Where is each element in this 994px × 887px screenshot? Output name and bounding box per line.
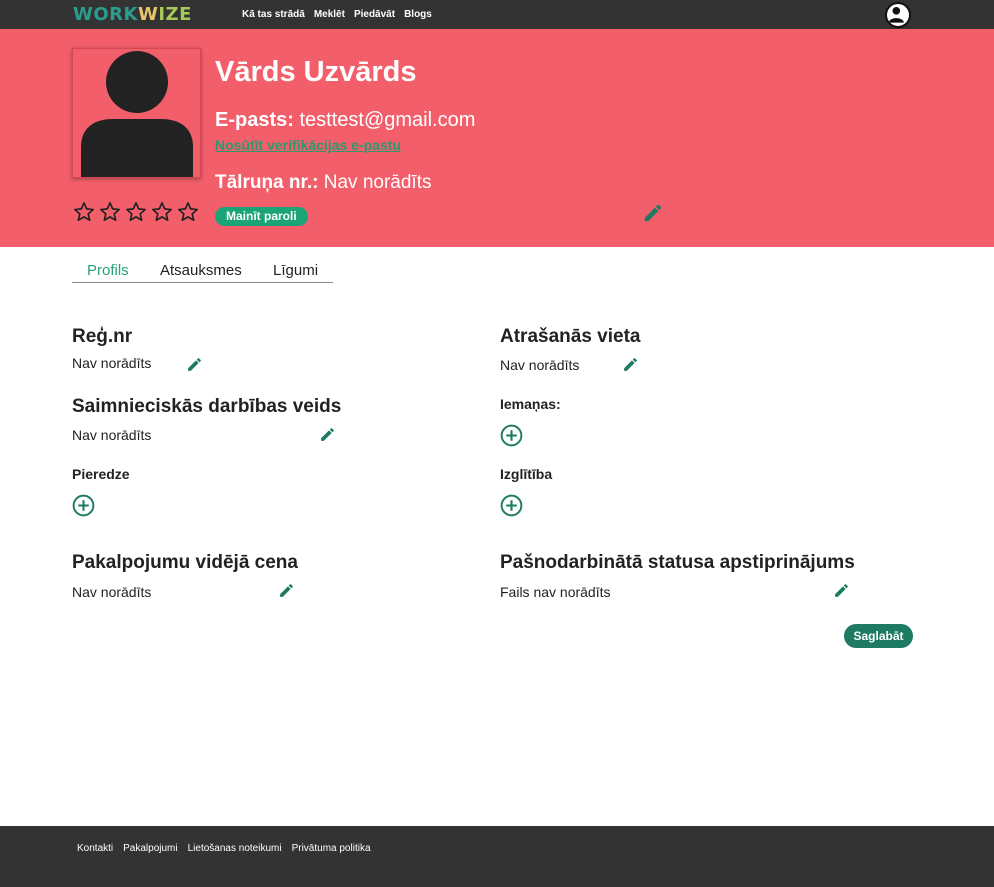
nav-link-offer[interactable]: Piedāvāt [354, 9, 395, 21]
profile-header: Vārds Uzvārds E-pasts: testtest@gmail.co… [0, 29, 994, 247]
education-label: Izglītība [500, 466, 553, 482]
star-icon [152, 202, 172, 222]
save-button[interactable]: Saglabāt [844, 624, 913, 648]
logo-part-ize: IZE [158, 4, 192, 25]
profile-avatar[interactable] [72, 48, 201, 178]
footer-links: Kontakti Pakalpojumi Lietošanas noteikum… [77, 843, 371, 855]
workwize-logo[interactable]: WORKWIZE [73, 4, 192, 26]
tab-profile[interactable]: Profils [87, 262, 129, 280]
edit-reg-number-pencil-icon[interactable] [186, 356, 203, 373]
user-account-icon[interactable] [885, 2, 911, 28]
phone-label: Tālruņa nr.: [215, 172, 319, 193]
change-password-button[interactable]: Mainīt paroli [215, 207, 308, 226]
footer-link-contacts[interactable]: Kontakti [77, 843, 113, 855]
send-verification-link[interactable]: Nosūtīt verifikācijas e-pastu [215, 136, 401, 154]
profile-tabs: Profils Atsauksmes Līgumi [72, 262, 333, 283]
profile-phone: Tālruņa nr.: Nav norādīts [215, 171, 431, 195]
edit-location-pencil-icon[interactable] [622, 356, 639, 373]
email-label: E-pasts: [215, 109, 294, 131]
activity-type-label: Saimnieciskās darbības veids [72, 396, 342, 417]
tab-reviews[interactable]: Atsauksmes [160, 262, 242, 280]
logo-part-work: WORK [73, 4, 138, 25]
phone-value: Nav norādīts [323, 172, 432, 193]
add-skill-plus-icon[interactable] [500, 424, 523, 447]
star-icon [126, 202, 146, 222]
edit-activity-type-pencil-icon[interactable] [319, 426, 336, 443]
nav-link-how-it-works[interactable]: Kā tas strādā [242, 9, 305, 21]
location-value: Nav norādīts [500, 357, 580, 373]
edit-average-price-pencil-icon[interactable] [278, 582, 295, 599]
average-price-value: Nav norādīts [72, 584, 152, 600]
activity-type-value: Nav norādīts [72, 427, 152, 443]
reg-number-value: Nav norādīts [72, 355, 152, 371]
edit-status-pencil-icon[interactable] [833, 582, 850, 599]
profile-name: Vārds Uzvārds [215, 56, 417, 88]
footer: Kontakti Pakalpojumi Lietošanas noteikum… [0, 826, 994, 887]
star-icon [74, 202, 94, 222]
footer-link-services[interactable]: Pakalpojumi [123, 843, 177, 855]
average-price-label: Pakalpojumu vidējā cena [72, 552, 298, 573]
main-nav: Kā tas strādā Meklēt Piedāvāt Blogs [242, 9, 432, 21]
star-icon [178, 202, 198, 222]
nav-link-search[interactable]: Meklēt [314, 9, 345, 21]
rating-stars [73, 201, 199, 223]
email-value: testtest@gmail.com [299, 109, 476, 131]
reg-number-label: Reģ.nr [72, 326, 133, 347]
location-label: Atrašanās vieta [500, 326, 641, 347]
add-experience-plus-icon[interactable] [72, 494, 95, 517]
tab-contracts[interactable]: Līgumi [273, 262, 318, 280]
nav-link-blog[interactable]: Blogs [404, 9, 432, 21]
footer-link-terms[interactable]: Lietošanas noteikumi [188, 843, 282, 855]
footer-link-privacy[interactable]: Privātuma politika [292, 843, 371, 855]
avatar-person-icon [81, 51, 193, 177]
experience-label: Pieredze [72, 466, 130, 482]
profile-email: E-pasts: testtest@gmail.com [215, 108, 475, 132]
add-education-plus-icon[interactable] [500, 494, 523, 517]
top-navbar: WORKWIZE Kā tas strādā Meklēt Piedāvāt B… [0, 0, 994, 29]
skills-label: Iemaņas: [500, 396, 561, 412]
self-employed-status-label: Pašnodarbinātā statusa apstiprinājums [500, 552, 855, 573]
star-icon [100, 202, 120, 222]
self-employed-status-value: Fails nav norādīts [500, 584, 611, 600]
edit-profile-pencil-icon[interactable] [642, 202, 664, 224]
logo-part-w: W [137, 4, 159, 25]
